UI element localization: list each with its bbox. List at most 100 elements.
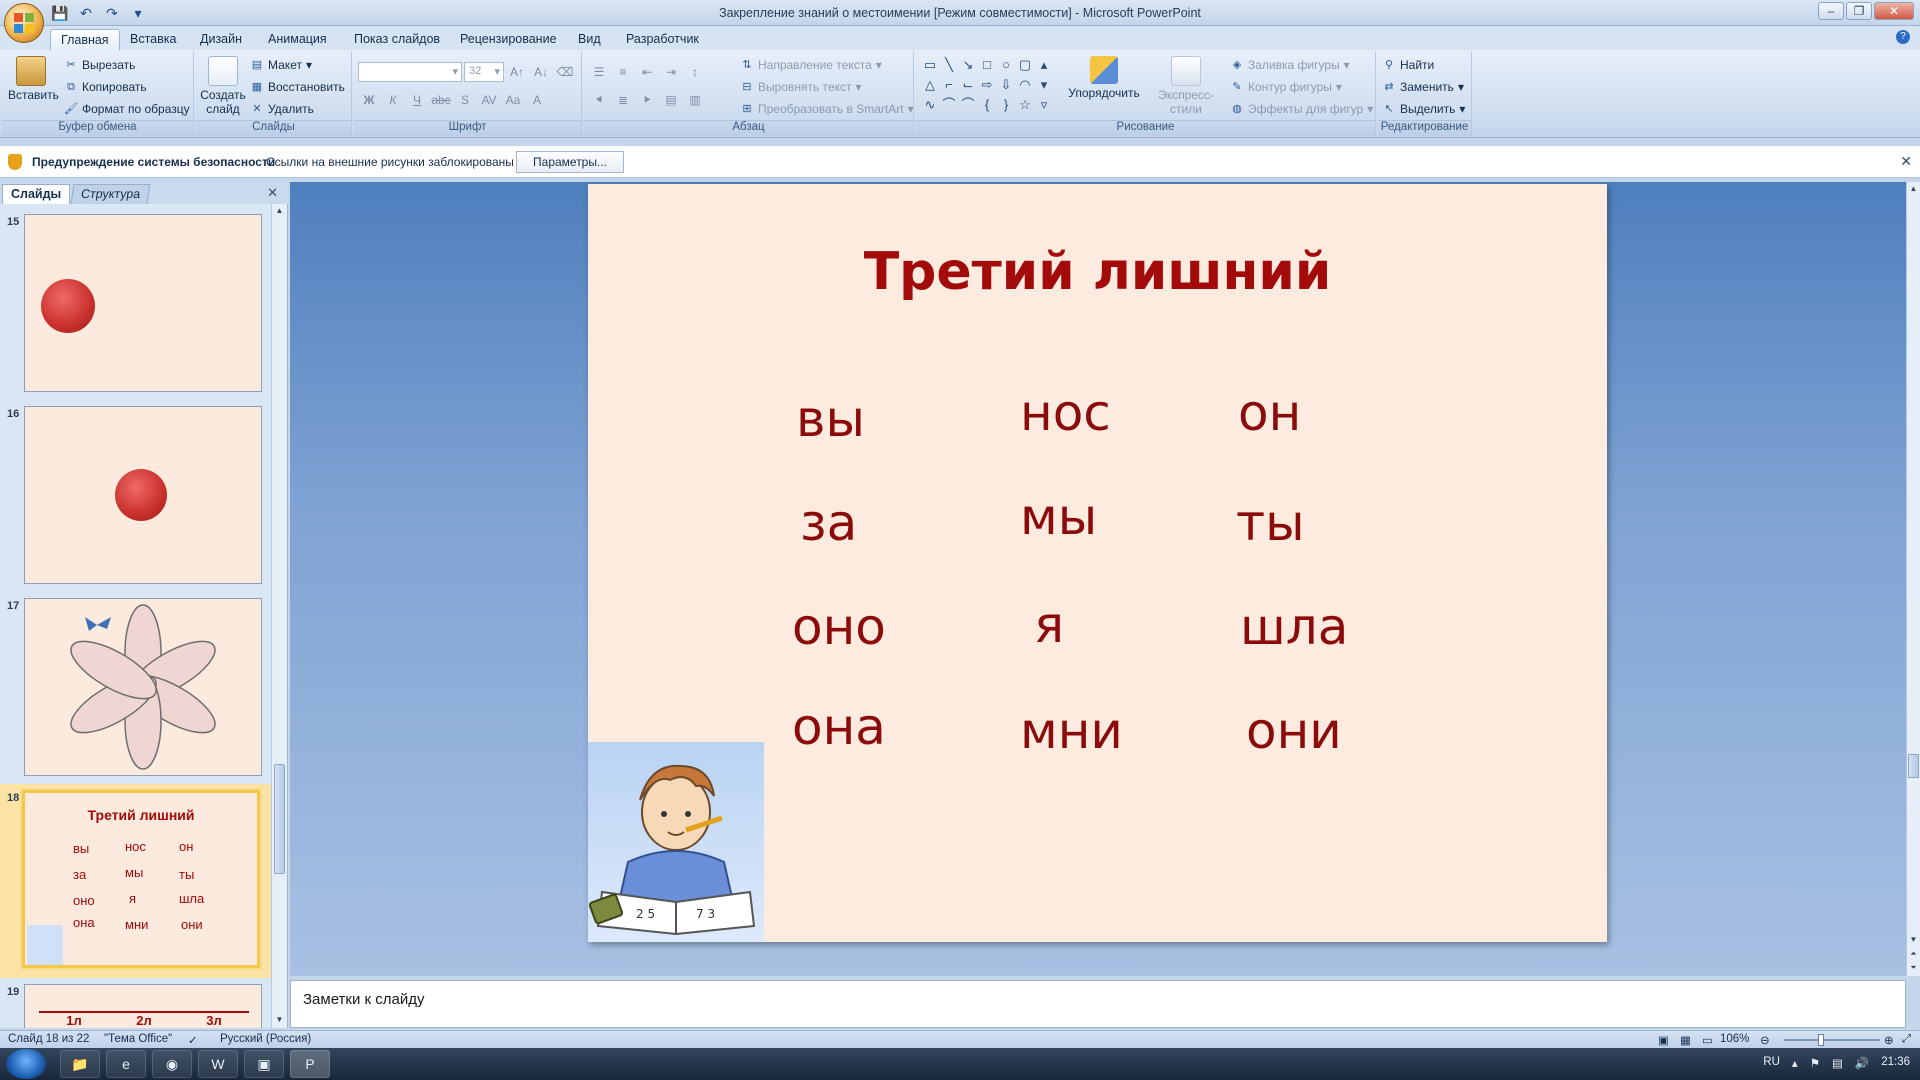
numbering-icon[interactable]: ≡ [612,62,634,82]
arc-shape-icon[interactable]: ⌒ [941,96,957,114]
font-color-icon[interactable]: A [526,90,548,110]
scroll-down-icon[interactable]: ▼ [1908,935,1919,946]
notes-pane[interactable]: Заметки к слайду [290,980,1906,1028]
rounded-rect-shape-icon[interactable]: ▢ [1017,56,1033,74]
explorer-icon[interactable]: 📁 [60,1050,100,1078]
spellcheck-icon[interactable]: ✓ [188,1033,198,1047]
previous-slide-icon[interactable]: ⏶ [1908,949,1919,960]
next-slide-icon[interactable]: ⏷ [1908,963,1919,974]
shrink-font-icon[interactable]: A↓ [530,62,552,82]
tab-view[interactable]: Вид [568,29,611,50]
tab-design[interactable]: Дизайн [190,29,252,50]
line-shape-icon[interactable]: ╲ [941,56,957,74]
find-button[interactable]: ⚲ Найти [1382,58,1434,72]
bracket-shape-icon[interactable]: ⌒ [960,96,976,114]
brace-left-shape-icon[interactable]: { [979,96,995,114]
word-cell[interactable]: они [1246,702,1342,760]
zoom-level[interactable]: 106% [1720,1033,1749,1045]
bold-icon[interactable]: Ж [358,90,380,110]
arrange-button[interactable]: Упорядочить [1064,54,1144,100]
line-spacing-icon[interactable]: ↕ [684,62,706,82]
font-size-box[interactable]: 32 ▾ [464,62,504,82]
freeform-shape-icon[interactable]: ∿ [922,96,938,114]
scroll-down-icon[interactable]: ▾ [1036,76,1052,94]
word-cell[interactable]: за [800,494,857,552]
language-indicator[interactable]: Русский (Россия) [220,1033,311,1045]
language-tray[interactable]: RU [1763,1056,1780,1070]
cut-button[interactable]: ✂ Вырезать [64,58,135,72]
word-cell[interactable]: я [1034,596,1064,654]
close-icon[interactable]: ✕ [1874,2,1914,20]
firefox-icon[interactable]: ◉ [152,1050,192,1078]
word-cell[interactable]: оно [792,598,886,656]
start-button-icon[interactable] [6,1049,46,1079]
scroll-up-icon[interactable]: ▲ [1908,184,1919,195]
new-slide-button[interactable]: Создать слайд [200,54,246,116]
word-icon[interactable]: W [198,1050,238,1078]
powerpoint-icon[interactable]: P [290,1050,330,1078]
down-arrow-shape-icon[interactable]: ⇩ [998,76,1014,94]
tab-slideshow[interactable]: Показ слайдов [344,29,450,50]
italic-icon[interactable]: К [382,90,404,110]
scroll-thumb[interactable] [274,764,285,874]
shapes-gallery[interactable]: ▭ ╲ ↘ □ ○ ▢ ▴ △ ⌐ ⌙ ⇨ ⇩ ◠ ▾ ∿ ⌒ ⌒{} ☆ ▿ [922,56,1058,114]
textbox-shape-icon[interactable]: ▭ [922,56,938,74]
flag-icon[interactable]: ⚑ [1810,1056,1820,1070]
quick-styles-button[interactable]: Экспресс-стили [1144,54,1228,116]
close-panel-icon[interactable]: ✕ [267,185,278,201]
justify-icon[interactable]: ▤ [660,90,682,110]
slideshow-view-icon[interactable]: ▭ [1702,1033,1713,1047]
scroll-down-icon[interactable]: ▼ [274,1015,285,1026]
tray-arrow-icon[interactable]: ▴ [1792,1056,1798,1070]
office-button[interactable] [4,3,44,43]
word-cell[interactable]: он [1238,384,1301,442]
zoom-out-icon[interactable]: ⊖ [1760,1033,1770,1047]
shadow-icon[interactable]: S [454,90,476,110]
font-name-box[interactable]: ▾ [358,62,462,82]
format-painter-button[interactable]: 🖌 Формат по образцу [64,102,190,116]
curve-shape-icon[interactable]: ◠ [1017,76,1033,94]
help-icon[interactable]: ? [1896,30,1910,44]
maximize-icon[interactable]: ❐ [1846,2,1872,20]
grow-font-icon[interactable]: A↑ [506,62,528,82]
right-arrow-shape-icon[interactable]: ⇨ [979,76,995,94]
tab-insert[interactable]: Вставка [120,29,186,50]
ie-icon[interactable]: e [106,1050,146,1078]
options-button[interactable]: Параметры... [516,151,624,173]
decrease-indent-icon[interactable]: ⇤ [636,62,658,82]
align-center-icon[interactable]: ≣ [612,90,634,110]
shape-outline-button[interactable]: ✎ Контур фигуры ▾ [1230,80,1342,94]
slide-thumbnail-16[interactable] [24,406,262,584]
tab-review[interactable]: Рецензирование [450,29,567,50]
underline-icon[interactable]: Ч [406,90,428,110]
rectangle-shape-icon[interactable]: □ [979,56,995,74]
minimize-icon[interactable]: – [1818,2,1844,20]
star-shape-icon[interactable]: ☆ [1017,96,1033,114]
word-cell[interactable]: она [792,698,886,756]
more-shapes-icon[interactable]: ▿ [1036,96,1052,114]
paste-button[interactable]: Вставить [8,54,59,102]
sorter-view-icon[interactable]: ▦ [1680,1033,1691,1047]
tab-slides[interactable]: Слайды [2,184,71,204]
panel-scrollbar[interactable]: ▲ ▼ [271,204,287,1028]
tab-developer[interactable]: Разработчик [616,29,709,50]
slide-canvas[interactable]: Третий лишний вы нос он за мы ты оно я ш… [588,184,1607,942]
word-cell[interactable]: мы [1020,488,1097,546]
spacing-icon[interactable]: AV [478,90,500,110]
triangle-shape-icon[interactable]: △ [922,76,938,94]
normal-view-icon[interactable]: ▣ [1658,1033,1669,1047]
network-icon[interactable]: ▤ [1832,1056,1843,1070]
slide-thumbnail-18[interactable]: Третий лишний вы нос он за мы ты оно я ш… [22,790,260,968]
word-cell[interactable]: ты [1236,494,1305,552]
reset-button[interactable]: ▦ Восстановить [250,80,345,94]
align-text-button[interactable]: ⊟ Выровнять текст ▾ [740,80,861,94]
shape-effects-button[interactable]: ◍ Эффекты для фигур ▾ [1230,102,1373,116]
oval-shape-icon[interactable]: ○ [998,56,1014,74]
thinking-boy-image[interactable]: 2 5 7 3 [588,742,764,942]
strikethrough-icon[interactable]: abc [430,90,452,110]
scroll-thumb[interactable] [1908,754,1919,778]
slide-thumbnail-19[interactable]: 1л 2л 3л [24,984,262,1028]
layout-button[interactable]: ▤ Макет ▾ [250,58,312,72]
case-icon[interactable]: Aa [502,90,524,110]
slide-thumbnail-15[interactable] [24,214,262,392]
